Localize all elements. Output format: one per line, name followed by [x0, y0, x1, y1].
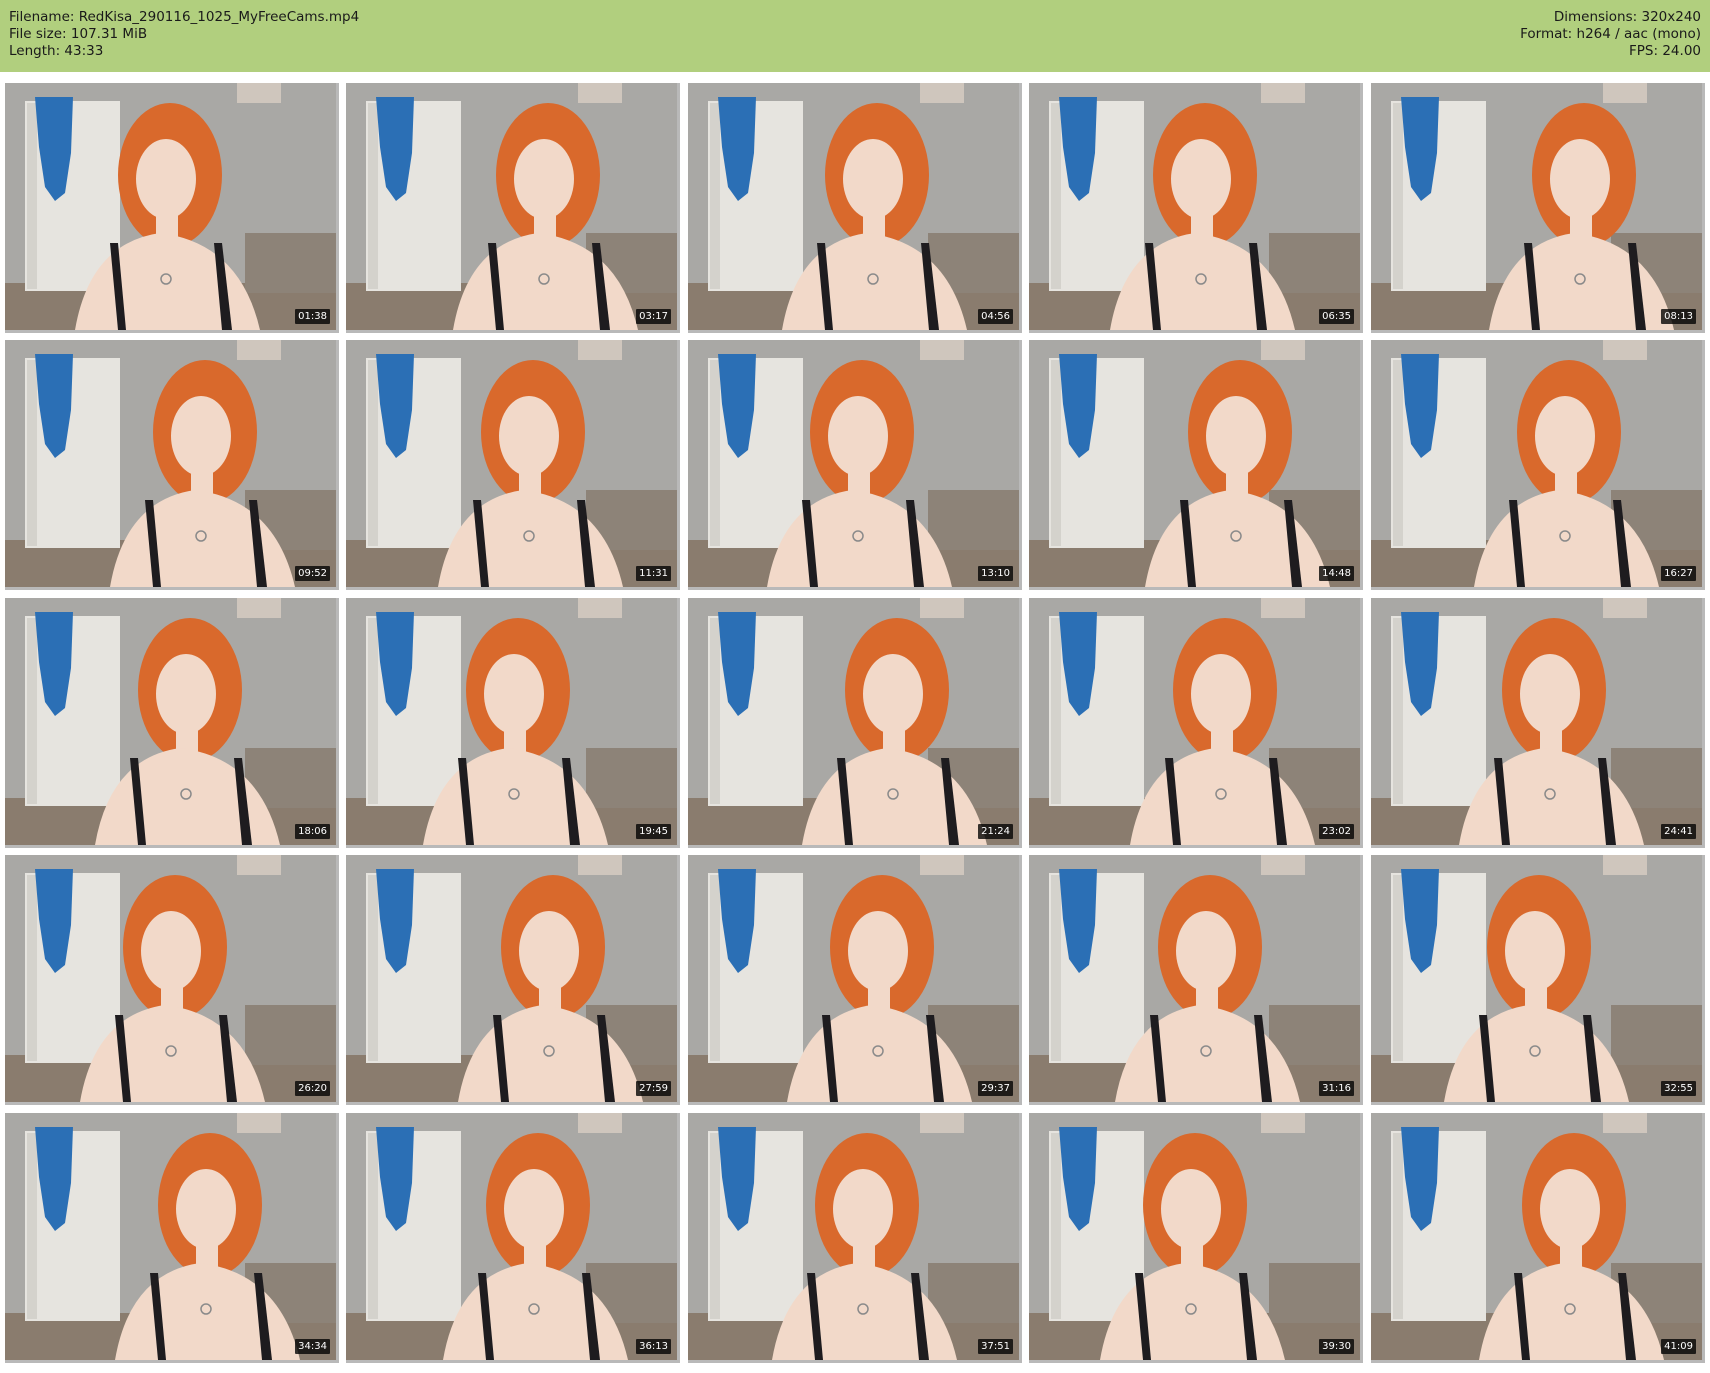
frame-image: [1371, 598, 1702, 845]
frame-image: [5, 340, 336, 587]
video-thumbnail: 09:52: [5, 340, 339, 590]
video-thumbnail: 16:27: [1371, 340, 1705, 590]
timestamp-label: 34:34: [295, 1339, 330, 1354]
video-thumbnail: 32:55: [1371, 855, 1705, 1105]
frame-image: [346, 855, 677, 1102]
filename-text: Filename: RedKisa_290116_1025_MyFreeCams…: [9, 9, 360, 25]
video-thumbnail: 04:56: [688, 83, 1022, 333]
video-thumbnail: 14:48: [1029, 340, 1363, 590]
frame-image: [688, 598, 1019, 845]
video-thumbnail: 18:06: [5, 598, 339, 848]
frame-image: [688, 855, 1019, 1102]
frame-image: [1371, 855, 1702, 1102]
timestamp-label: 29:37: [978, 1081, 1013, 1096]
video-thumbnail: 03:17: [346, 83, 680, 333]
timestamp-label: 37:51: [978, 1339, 1013, 1354]
timestamp-label: 13:10: [978, 566, 1013, 581]
video-thumbnail: 37:51: [688, 1113, 1022, 1363]
timestamp-label: 19:45: [636, 824, 671, 839]
video-thumbnail: 26:20: [5, 855, 339, 1105]
video-thumbnail: 36:13: [346, 1113, 680, 1363]
frame-image: [1029, 340, 1360, 587]
dimensions-text: Dimensions: 320x240: [1553, 9, 1701, 25]
format-text: Format: h264 / aac (mono): [1520, 26, 1701, 42]
timestamp-label: 03:17: [636, 309, 671, 324]
timestamp-label: 39:30: [1319, 1339, 1354, 1354]
frame-image: [688, 1113, 1019, 1360]
file-info-left: Filename: RedKisa_290116_1025_MyFreeCams…: [9, 9, 359, 60]
timestamp-label: 06:35: [1319, 309, 1354, 324]
length-text: Length: 43:33: [9, 43, 104, 59]
video-thumbnail: 29:37: [688, 855, 1022, 1105]
frame-image: [1029, 83, 1360, 330]
frame-image: [5, 598, 336, 845]
video-thumbnail: 31:16: [1029, 855, 1363, 1105]
timestamp-label: 21:24: [978, 824, 1013, 839]
video-thumbnail: 27:59: [346, 855, 680, 1105]
video-thumbnail: 11:31: [346, 340, 680, 590]
video-thumbnail: 21:24: [688, 598, 1022, 848]
filesize-text: File size: 107.31 MiB: [9, 26, 148, 42]
timestamp-label: 09:52: [295, 566, 330, 581]
timestamp-label: 41:09: [1661, 1339, 1696, 1354]
frame-image: [1371, 83, 1702, 330]
frame-image: [346, 83, 677, 330]
timestamp-label: 14:48: [1319, 566, 1354, 581]
timestamp-label: 08:13: [1661, 309, 1696, 324]
frame-image: [346, 340, 677, 587]
frame-image: [1371, 340, 1702, 587]
timestamp-label: 24:41: [1661, 824, 1696, 839]
video-thumbnail: 08:13: [1371, 83, 1705, 333]
video-thumbnail: 34:34: [5, 1113, 339, 1363]
frame-image: [346, 598, 677, 845]
video-thumbnail: 23:02: [1029, 598, 1363, 848]
video-thumbnail: 13:10: [688, 340, 1022, 590]
timestamp-label: 16:27: [1661, 566, 1696, 581]
frame-image: [1029, 1113, 1360, 1360]
timestamp-label: 32:55: [1661, 1081, 1696, 1096]
frame-image: [5, 1113, 336, 1360]
video-thumbnail: 39:30: [1029, 1113, 1363, 1363]
fps-text: FPS: 24.00: [1629, 43, 1701, 59]
file-info-right: Dimensions: 320x240 Format: h264 / aac (…: [1520, 9, 1701, 60]
frame-image: [1029, 855, 1360, 1102]
info-header: Filename: RedKisa_290116_1025_MyFreeCams…: [0, 0, 1710, 72]
timestamp-label: 18:06: [295, 824, 330, 839]
frame-image: [5, 83, 336, 330]
timestamp-label: 04:56: [978, 309, 1013, 324]
timestamp-label: 27:59: [636, 1081, 671, 1096]
timestamp-label: 26:20: [295, 1081, 330, 1096]
frame-image: [1029, 598, 1360, 845]
video-thumbnail: 24:41: [1371, 598, 1705, 848]
video-thumbnail: 41:09: [1371, 1113, 1705, 1363]
timestamp-label: 23:02: [1319, 824, 1354, 839]
frame-image: [688, 340, 1019, 587]
frame-image: [5, 855, 336, 1102]
frame-image: [346, 1113, 677, 1360]
timestamp-label: 01:38: [295, 309, 330, 324]
frame-image: [688, 83, 1019, 330]
timestamp-label: 11:31: [636, 566, 671, 581]
video-thumbnail: 01:38: [5, 83, 339, 333]
video-thumbnail: 06:35: [1029, 83, 1363, 333]
timestamp-label: 36:13: [636, 1339, 671, 1354]
timestamp-label: 31:16: [1319, 1081, 1354, 1096]
video-thumbnail: 19:45: [346, 598, 680, 848]
frame-image: [1371, 1113, 1702, 1360]
